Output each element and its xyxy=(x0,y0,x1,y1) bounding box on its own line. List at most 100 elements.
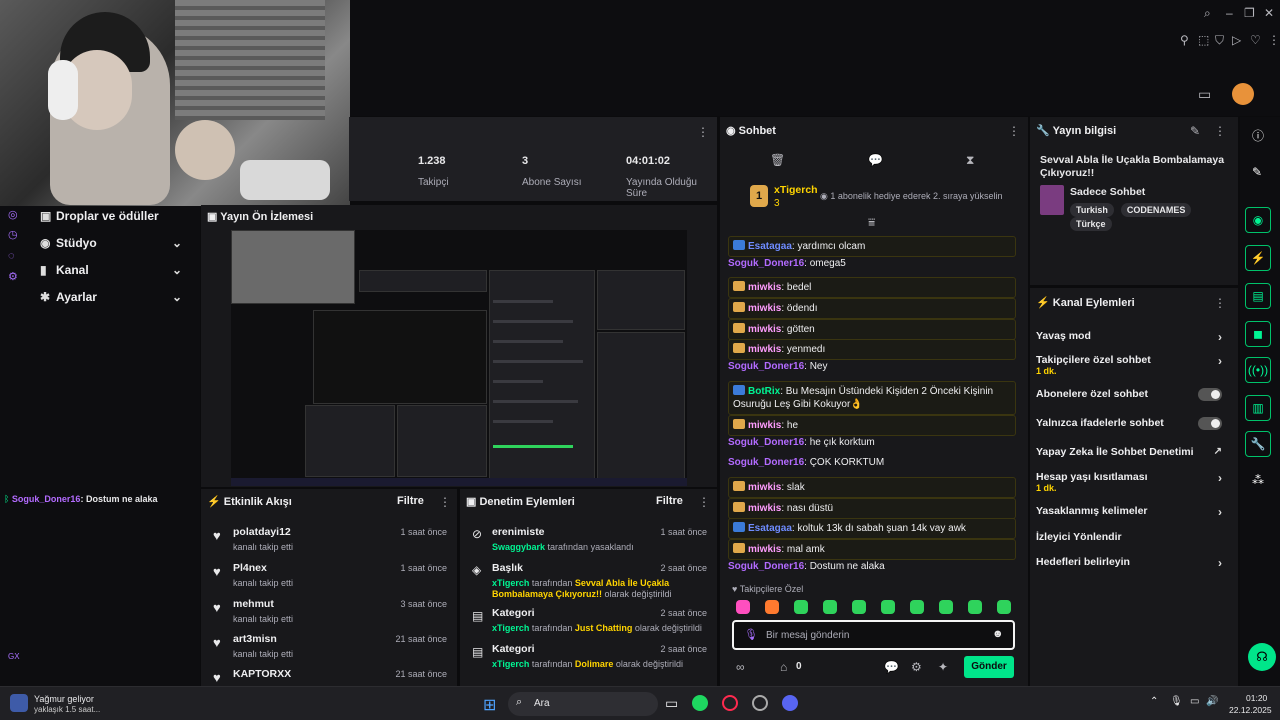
chat-username[interactable]: Soguk_Doner16 xyxy=(728,258,804,269)
stream-preview-thumbnail[interactable] xyxy=(231,230,687,486)
chat-icon[interactable]: 💬 xyxy=(884,660,899,674)
camera-button[interactable]: ◉ xyxy=(1245,207,1271,233)
emote-icon[interactable] xyxy=(823,600,837,614)
chat-username[interactable]: miwkis xyxy=(748,420,781,431)
chat-username[interactable]: miwkis xyxy=(748,482,781,493)
more-icon[interactable]: ⋮ xyxy=(1214,124,1226,138)
chat-username[interactable]: miwkis xyxy=(748,282,781,293)
emoji-icon[interactable]: ☻ xyxy=(992,628,1004,640)
send-button[interactable]: Gönder xyxy=(964,656,1014,678)
sidebar-rail-icon[interactable]: ⚙ xyxy=(8,270,18,283)
close-icon[interactable]: ✕ xyxy=(1264,6,1274,20)
chat-input[interactable]: 🎙 Bir mesaj gönderin ☻ xyxy=(732,620,1015,650)
minimize-icon[interactable]: – xyxy=(1226,6,1233,20)
toggle-switch[interactable] xyxy=(1198,388,1222,401)
taskbar-search[interactable]: ⌕ Ara xyxy=(508,692,658,716)
pin-icon[interactable]: ⚲ xyxy=(1180,33,1189,47)
volume-icon[interactable]: 🔊 xyxy=(1206,696,1218,707)
document-button[interactable]: ▤ xyxy=(1245,283,1271,309)
broadcast-button[interactable]: ((•)) xyxy=(1245,357,1271,383)
sidebar-rail-icon[interactable]: ◎ xyxy=(8,208,18,221)
edit-icon[interactable]: ✎ xyxy=(1252,165,1262,179)
play-icon[interactable]: ▷ xyxy=(1232,33,1241,47)
chat-button[interactable]: ◼ xyxy=(1245,321,1271,347)
layout-button[interactable]: ▥ xyxy=(1245,395,1271,421)
more-icon[interactable]: ⋮ xyxy=(697,125,709,139)
chat-username[interactable]: miwkis xyxy=(748,324,781,335)
feed-filter-button[interactable]: Filtre xyxy=(397,495,424,507)
channel-action-item[interactable]: İzleyici Yönlendir xyxy=(1036,531,1232,543)
mic-icon[interactable]: 🎙 xyxy=(744,628,758,641)
emote-icon[interactable] xyxy=(939,600,953,614)
channel-action-item[interactable]: Takipçilere özel sohbet 1 dk. › xyxy=(1036,354,1232,376)
screenshot-icon[interactable]: ⬚ xyxy=(1198,33,1209,47)
menu-icon[interactable]: ⋮ xyxy=(1268,33,1280,47)
chat-username[interactable]: miwkis xyxy=(748,344,781,355)
more-icon[interactable]: ⋮ xyxy=(1214,296,1226,310)
more-icon[interactable]: ⋮ xyxy=(698,495,710,509)
heart-icon[interactable]: ♡ xyxy=(1250,33,1261,47)
emote-icon[interactable] xyxy=(765,600,779,614)
opera-gx-icon[interactable] xyxy=(722,695,738,711)
windows-start-icon[interactable]: ⊞ xyxy=(483,695,496,715)
mod-filter-button[interactable]: Filtre xyxy=(656,495,683,507)
chat-username[interactable]: Soguk_Doner16 xyxy=(728,437,804,448)
sidebar-item-settings[interactable]: ✱ Ayarlar ⌄ xyxy=(40,290,182,304)
chat-username[interactable]: Soguk_Doner16 xyxy=(728,361,804,372)
info-icon[interactable]: ⓘ xyxy=(1252,127,1264,144)
kick-points-icon[interactable]: ∞ xyxy=(736,660,745,674)
sidebar-rail-icon[interactable]: ◷ xyxy=(8,228,18,241)
network-icon[interactable]: ▭ xyxy=(1190,696,1199,707)
sidebar-item-drops[interactable]: ▣ Droplar ve ödüller xyxy=(40,209,159,223)
notifications-icon[interactable]: ▭ xyxy=(1198,86,1211,103)
emote-icon[interactable] xyxy=(794,600,808,614)
channel-action-item[interactable]: Yasaklanmış kelimeler › xyxy=(1036,505,1232,519)
bolt-button[interactable]: ⚡ xyxy=(1245,245,1271,271)
trash-icon[interactable]: 🗑 xyxy=(770,153,785,167)
avatar[interactable] xyxy=(1232,83,1254,105)
channel-action-item[interactable]: Yavaş mod › xyxy=(1036,330,1232,344)
chat-username[interactable]: Soguk_Doner16 xyxy=(728,561,804,572)
shield-icon[interactable]: ⛉ xyxy=(1215,33,1224,48)
channel-action-item[interactable]: Yalnızca ifadelerle sohbet xyxy=(1036,417,1232,430)
task-view-icon[interactable]: ▭ xyxy=(665,695,678,712)
pin-chat-icon[interactable]: ⩸ xyxy=(868,215,875,230)
emote-icon[interactable] xyxy=(736,600,750,614)
channel-action-item[interactable]: Abonelere özel sohbet xyxy=(1036,388,1232,401)
more-apps-icon[interactable]: ⁂ xyxy=(1252,473,1264,487)
settings-icon[interactable]: ✦ xyxy=(938,660,948,674)
spotify-icon[interactable] xyxy=(692,695,708,711)
emote-icon[interactable] xyxy=(881,600,895,614)
channel-action-item[interactable]: Hesap yaşı kısıtlaması 1 dk. › xyxy=(1036,471,1232,493)
search-icon[interactable]: ⌕ xyxy=(1204,6,1211,21)
emote-icon[interactable] xyxy=(852,600,866,614)
store-icon[interactable]: ⌂ xyxy=(780,660,787,674)
chat-username[interactable]: Esatagaa xyxy=(748,523,792,534)
sidebar-rail-icon[interactable]: ◌ xyxy=(8,250,15,262)
chat-username[interactable]: miwkis xyxy=(748,303,781,314)
gear-icon[interactable]: ⚙ xyxy=(911,660,922,674)
channel-action-item[interactable]: Yapay Zeka İle Sohbet Denetimi ↗ xyxy=(1036,446,1232,458)
speech-icon[interactable]: 💬 xyxy=(868,153,883,167)
sidebar-item-channel[interactable]: ▮ Kanal ⌄ xyxy=(40,263,182,277)
sidebar-item-studio[interactable]: ◉ Stüdyo ⌄ xyxy=(40,236,182,250)
chat-username[interactable]: Esatagaa xyxy=(748,241,792,252)
toggle-switch[interactable] xyxy=(1198,417,1222,430)
emote-icon[interactable] xyxy=(968,600,982,614)
tools-button[interactable]: 🔧 xyxy=(1245,431,1271,457)
chat-username[interactable]: miwkis xyxy=(748,544,781,555)
mic-icon[interactable]: 🎙 xyxy=(1170,696,1183,707)
weather-icon[interactable] xyxy=(10,694,28,712)
chat-username[interactable]: miwkis xyxy=(748,503,781,514)
emote-icon[interactable] xyxy=(997,600,1011,614)
more-icon[interactable]: ⋮ xyxy=(439,495,451,509)
more-icon[interactable]: ⋮ xyxy=(1008,124,1020,138)
restore-icon[interactable]: ❐ xyxy=(1244,6,1255,20)
support-icon[interactable]: ☊ xyxy=(1248,643,1276,671)
channel-action-item[interactable]: Hedefleri belirleyin › xyxy=(1036,556,1232,570)
steam-icon[interactable] xyxy=(752,695,768,711)
chat-username[interactable]: BotRix xyxy=(748,386,780,397)
discord-icon[interactable] xyxy=(782,695,798,711)
tray-chevron-icon[interactable]: ⌃ xyxy=(1150,696,1158,707)
hourglass-icon[interactable]: ⧗ xyxy=(966,153,974,168)
